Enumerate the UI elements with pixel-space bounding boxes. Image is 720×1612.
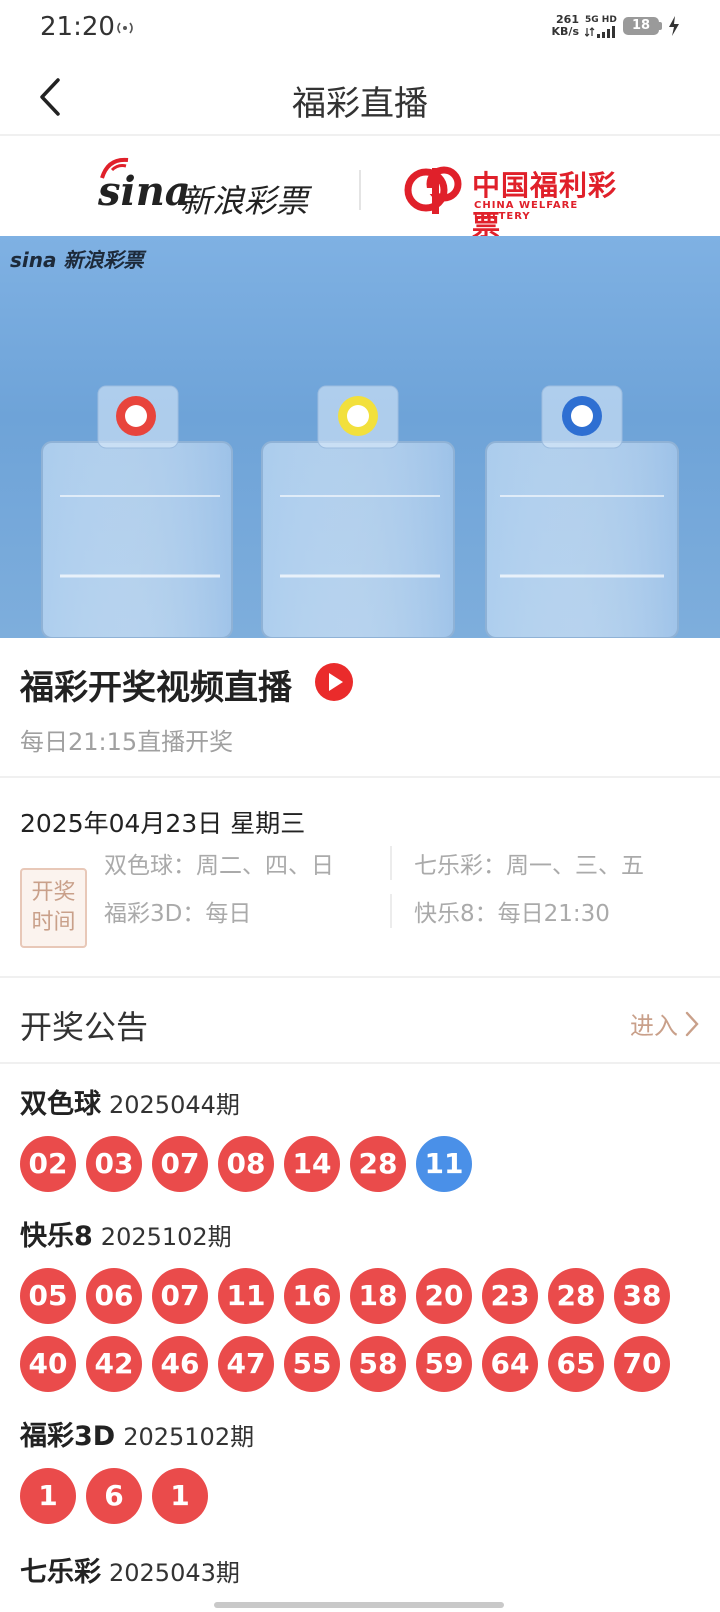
red-ball: 14 <box>284 1136 340 1192</box>
red-ball: 64 <box>482 1336 538 1392</box>
lottery-result-3d[interactable]: 福彩3D 2025102期 161 <box>20 1414 710 1524</box>
draw-schedule: 2025年04月23日 星期三 开奖 时间 双色球：周二、四、日 七乐彩：周一、… <box>0 780 720 978</box>
live-section: 福彩开奖视频直播 每日21:15直播开奖 <box>0 638 720 778</box>
red-ball: 42 <box>86 1336 142 1392</box>
badge-line-1: 开奖 <box>31 880 76 905</box>
red-ball: 23 <box>482 1268 538 1324</box>
red-ball: 58 <box>350 1336 406 1392</box>
brand-divider <box>359 170 361 210</box>
chevron-right-icon <box>685 1011 699 1036</box>
red-ball: 1 <box>20 1468 76 1524</box>
red-ball: 06 <box>86 1268 142 1324</box>
hotspot-icon <box>117 22 133 34</box>
red-ball: 55 <box>284 1336 340 1392</box>
red-ball: 18 <box>350 1268 406 1324</box>
lottery-result-kl8[interactable]: 快乐8 2025102期 05 06 07 11 16 18 20 23 28 38 40 42 46 4… <box>20 1214 710 1392</box>
red-ball: 28 <box>350 1136 406 1192</box>
lottery-name: 七乐彩 <box>20 1557 101 1588</box>
battery-icon: 18 <box>623 17 659 35</box>
ball-row: 02 03 07 08 14 28 11 <box>20 1136 472 1192</box>
announcements-header: 开奖公告 进入 <box>0 980 720 1064</box>
status-time: 21:20 <box>40 12 115 42</box>
red-ball: 28 <box>548 1268 604 1324</box>
lottery-name: 双色球 <box>20 1089 101 1120</box>
red-ball: 65 <box>548 1336 604 1392</box>
page-title: 福彩直播 <box>292 84 428 124</box>
red-ball: 46 <box>152 1336 208 1392</box>
nav-bar: 福彩直播 <box>0 56 720 136</box>
schedule-item-ssq: 双色球：周二、四、日 <box>104 853 334 879</box>
red-ball: 20 <box>416 1268 472 1324</box>
schedule-divider <box>390 894 392 928</box>
ball-row: 05 06 07 11 16 18 20 23 28 38 <box>20 1268 670 1324</box>
ball-row: 40 42 46 47 55 58 59 64 65 70 <box>20 1336 670 1392</box>
lottery-machines-image <box>41 385 679 638</box>
enter-announcements-link[interactable]: 进入 <box>630 1006 700 1041</box>
red-ball: 02 <box>20 1136 76 1192</box>
red-ball: 6 <box>86 1468 142 1524</box>
ball-row: 161 <box>20 1468 208 1524</box>
battery-tip <box>659 22 662 30</box>
net-speed: 261 KB/s <box>552 14 579 38</box>
lottery-result-ssq[interactable]: 双色球 2025044期 02 03 07 08 14 28 11 <box>20 1082 710 1192</box>
schedule-item-qlc: 七乐彩：周一、三、五 <box>414 853 644 879</box>
red-ball: 07 <box>152 1268 208 1324</box>
red-ball: 40 <box>20 1336 76 1392</box>
lottery-issue: 2025044期 <box>109 1091 240 1119</box>
enter-label: 进入 <box>630 1012 678 1040</box>
red-ball: 07 <box>152 1136 208 1192</box>
red-ball: 38 <box>614 1268 670 1324</box>
cwl-brand-english: CHINA WELFARE LOTTERY <box>474 200 579 222</box>
cellular-signal-icon <box>585 25 615 38</box>
brand-strip: sina 新浪彩票 中国福利彩票 CHINA WELFARE LOTTERY <box>0 138 720 242</box>
lottery-issue: 2025102期 <box>100 1223 232 1251</box>
lottery-name: 福彩3D <box>20 1421 116 1452</box>
red-ball: 1 <box>152 1468 208 1524</box>
draw-time-badge: 开奖 时间 <box>20 868 87 948</box>
red-ball: 59 <box>416 1336 472 1392</box>
red-ball: 05 <box>20 1268 76 1324</box>
red-ball: 47 <box>218 1336 274 1392</box>
lottery-issue: 2025102期 <box>123 1423 255 1451</box>
status-bar: 21:20 261 KB/s 5G HD 18 <box>0 0 720 56</box>
red-ball: 16 <box>284 1268 340 1324</box>
video-watermark: sina 新浪彩票 <box>10 248 144 272</box>
home-indicator[interactable] <box>214 1602 504 1608</box>
red-ball: 08 <box>218 1136 274 1192</box>
red-ball: 70 <box>614 1336 670 1392</box>
net-speed-unit: KB/s <box>551 25 579 38</box>
current-date: 2025年04月23日 星期三 <box>20 809 306 838</box>
live-subtitle: 每日21:15直播开奖 <box>20 728 234 756</box>
play-icon[interactable] <box>314 662 354 702</box>
live-title: 福彩开奖视频直播 <box>20 668 292 708</box>
red-ball: 03 <box>86 1136 142 1192</box>
cwl-logo: 中国福利彩票 CHINA WELFARE LOTTERY <box>404 162 634 242</box>
lottery-name: 快乐8 <box>20 1221 93 1252</box>
sina-brand-name: 新浪彩票 <box>180 182 309 220</box>
schedule-item-3d: 福彩3D：每日 <box>104 901 252 927</box>
video-player[interactable]: sina 新浪彩票 <box>0 236 720 638</box>
lottery-result-qlc[interactable]: 七乐彩 2025043期 <box>20 1550 710 1589</box>
red-ball: 11 <box>218 1268 274 1324</box>
schedule-divider <box>390 846 392 880</box>
announcements-title: 开奖公告 <box>20 1008 149 1046</box>
blue-ball: 11 <box>416 1136 472 1192</box>
signal-block: 5G HD <box>585 15 617 38</box>
charging-icon <box>669 16 679 36</box>
badge-line-2: 时间 <box>31 910 76 935</box>
net-type: 5G HD <box>585 14 617 25</box>
lottery-issue: 2025043期 <box>109 1559 240 1587</box>
sina-wordmark: sina <box>98 168 191 215</box>
schedule-item-kl8: 快乐8：每日21:30 <box>414 901 610 927</box>
cwl-emblem-icon <box>404 166 462 214</box>
sina-logo: sina 新浪彩票 <box>98 157 318 220</box>
